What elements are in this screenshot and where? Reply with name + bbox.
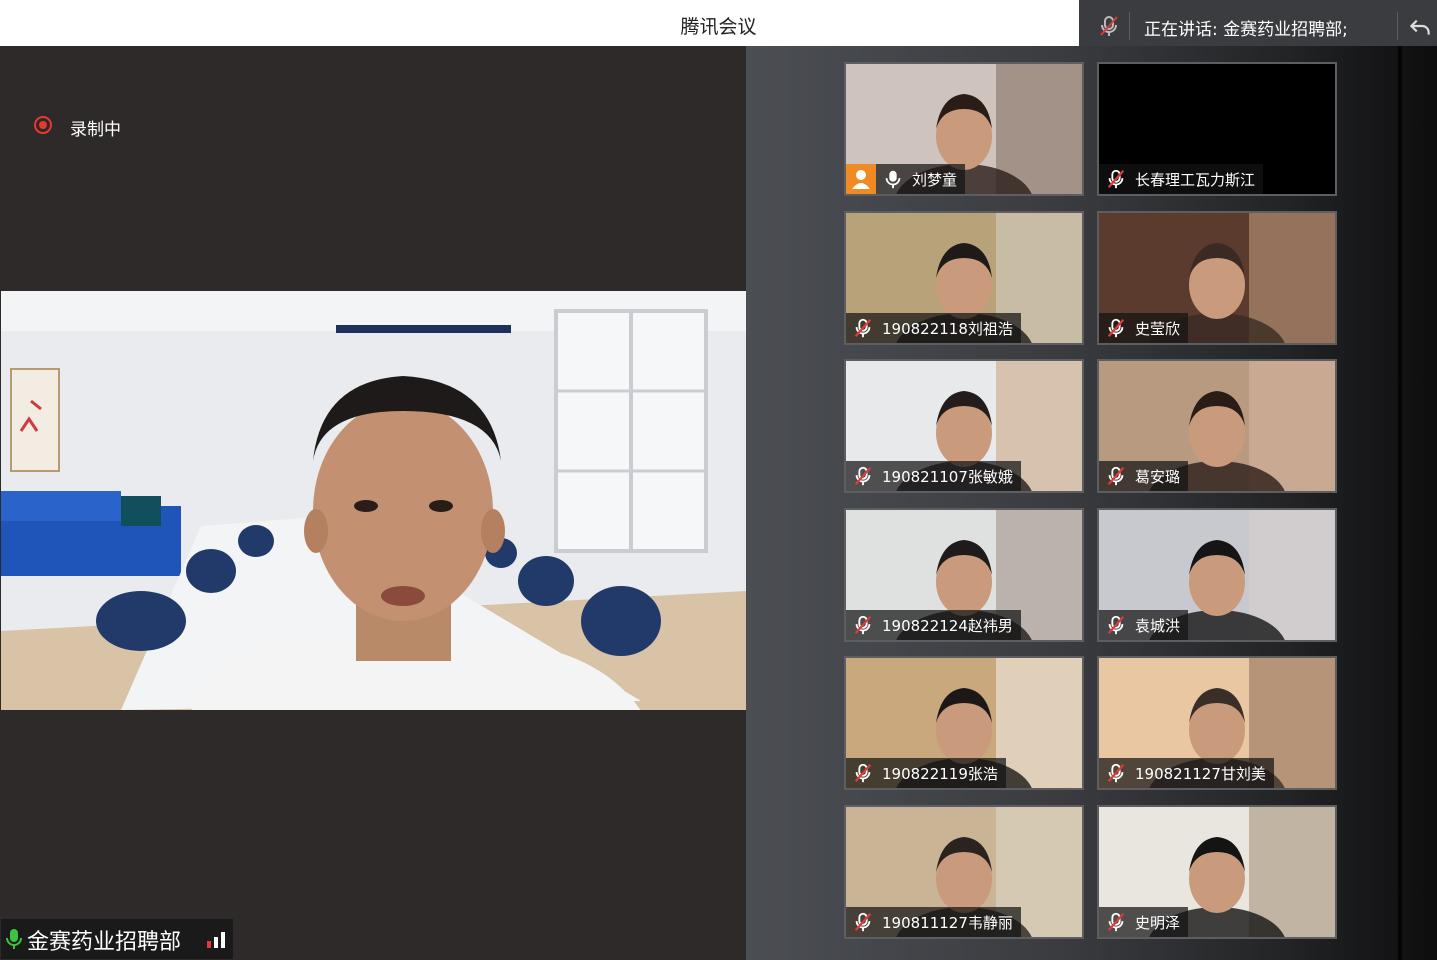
participant-name: 190822124赵祎男 — [882, 616, 1013, 635]
participant-tile[interactable]: 史明泽 — [1097, 805, 1337, 939]
participant-name: 长春理工瓦力斯江 — [1135, 170, 1256, 189]
divider — [1397, 12, 1398, 40]
muted-mic-icon — [854, 318, 872, 338]
participant-label: 长春理工瓦力斯江 — [1099, 164, 1264, 194]
virtual-background-office — [1, 291, 746, 710]
muted-mic-icon — [1107, 169, 1125, 189]
muted-mic-icon — [854, 466, 872, 486]
participant-name: 史莹欣 — [1135, 319, 1181, 338]
muted-mic-icon — [1107, 466, 1125, 486]
muted-mic-icon — [1107, 318, 1125, 338]
muted-mic-icon — [1100, 16, 1118, 36]
muted-mic-icon — [854, 912, 872, 932]
participant-label: 190821107张敏娥 — [846, 461, 1021, 491]
signal-strength-icon — [207, 932, 225, 948]
participant-label: 190821127甘刘美 — [1099, 758, 1274, 788]
participant-label: 190822124赵祎男 — [846, 610, 1021, 640]
participant-label: 袁城洪 — [1099, 610, 1189, 640]
participant-tile[interactable]: 190822119张浩 — [844, 656, 1084, 790]
participant-tile[interactable]: 长春理工瓦力斯江 — [1097, 62, 1337, 196]
speaking-indicator: 正在讲话: 金赛药业招聘部; — [1079, 0, 1437, 52]
speaking-text: 正在讲话: 金赛药业招聘部; — [1144, 20, 1348, 40]
recording-label: 录制中 — [70, 120, 121, 140]
participant-name: 190811127韦静丽 — [882, 913, 1013, 932]
participant-tile[interactable]: 190821127甘刘美 — [1097, 656, 1337, 790]
host-user-icon — [846, 164, 876, 194]
speaker-name-bar: 金赛药业招聘部 — [1, 919, 233, 959]
microphone-icon — [885, 170, 901, 189]
muted-mic-icon — [1107, 615, 1125, 635]
participant-label: 190822118刘祖浩 — [846, 313, 1021, 343]
participant-name: 刘梦童 — [912, 170, 958, 189]
participant-name: 史明泽 — [1135, 913, 1181, 932]
participant-tile[interactable]: 190822124赵祎男 — [844, 508, 1084, 642]
participant-tile[interactable]: 190821107张敏娥 — [844, 359, 1084, 493]
muted-mic-icon — [854, 615, 872, 635]
muted-mic-icon — [1107, 763, 1125, 783]
participant-tile[interactable]: 史莹欣 — [1097, 211, 1337, 345]
participant-label: 刘梦童 — [846, 164, 966, 194]
main-stage: 录制中 金赛药业招聘部 — [0, 46, 746, 960]
participant-tile[interactable]: 190811127韦静丽 — [844, 805, 1084, 939]
divider — [1129, 12, 1130, 40]
participant-label: 190822119张浩 — [846, 758, 1006, 788]
muted-mic-icon — [854, 763, 872, 783]
recording-dot-icon — [34, 116, 52, 134]
participant-label: 史明泽 — [1099, 907, 1189, 937]
participant-label: 葛安璐 — [1099, 461, 1189, 491]
participant-tile[interactable]: 葛安璐 — [1097, 359, 1337, 493]
participant-name: 190821127甘刘美 — [1135, 764, 1266, 783]
participant-name: 袁城洪 — [1135, 616, 1181, 635]
participant-tile[interactable]: 刘梦童 — [844, 62, 1084, 196]
participant-name: 190822119张浩 — [882, 764, 998, 783]
collapse-arrow-icon[interactable] — [1407, 13, 1433, 39]
speaker-name: 金赛药业招聘部 — [27, 930, 182, 955]
gallery-edge — [1398, 46, 1402, 960]
participant-label: 史莹欣 — [1099, 313, 1189, 343]
participant-tile[interactable]: 袁城洪 — [1097, 508, 1337, 642]
muted-mic-icon — [1107, 912, 1125, 932]
participant-name: 190821107张敏娥 — [882, 467, 1013, 486]
participant-label: 190811127韦静丽 — [846, 907, 1021, 937]
participant-tile[interactable]: 190822118刘祖浩 — [844, 211, 1084, 345]
microphone-icon — [6, 929, 22, 949]
main-speaker-video[interactable] — [1, 291, 746, 710]
participant-name: 190822118刘祖浩 — [882, 319, 1013, 338]
participant-name: 葛安璐 — [1135, 467, 1181, 486]
